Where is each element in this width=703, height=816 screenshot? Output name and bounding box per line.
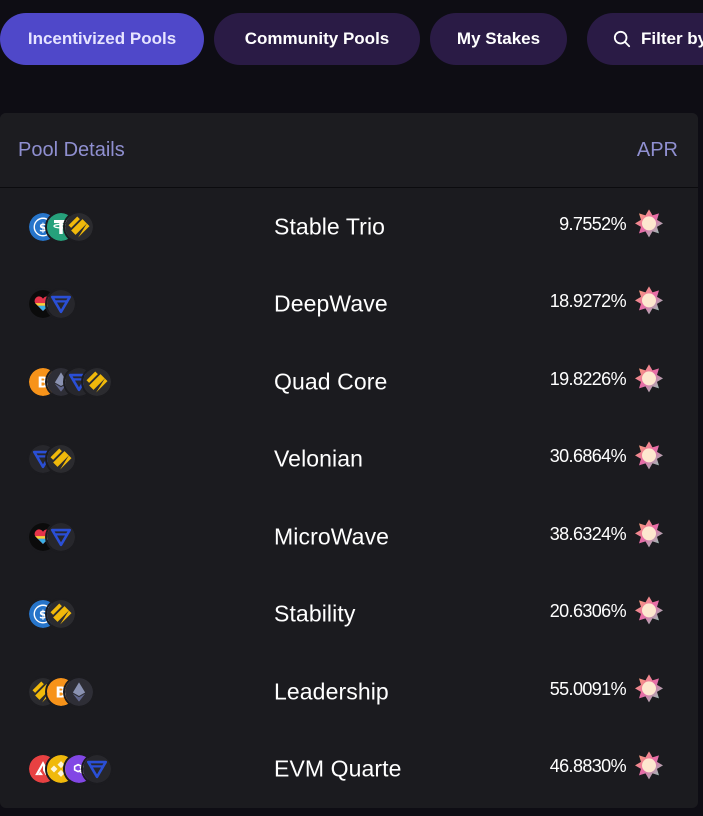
- token-icons: B: [27, 365, 147, 398]
- token-icons: [27, 753, 147, 786]
- bnb-icon: [45, 443, 77, 476]
- token-icons: B: [27, 675, 147, 708]
- ethereum-icon: [63, 675, 95, 708]
- reward-star-icon: [635, 441, 663, 470]
- bnb-icon: [63, 210, 95, 243]
- tab-my-stakes[interactable]: My Stakes: [430, 13, 567, 65]
- pool-name: MicroWave: [274, 523, 390, 550]
- table-row[interactable]: $ Stable Trio 9.7552%: [0, 188, 698, 266]
- table-row[interactable]: EVM Quarte 46.8830%: [0, 731, 698, 809]
- apr-value: 9.7552%: [559, 213, 626, 234]
- table-row[interactable]: DeepWave 18.9272%: [0, 266, 698, 344]
- filter-button[interactable]: Filter by: [587, 13, 703, 65]
- token-icons: [27, 520, 147, 553]
- table-row[interactable]: MicroWave 38.6324%: [0, 498, 698, 576]
- table-header: Pool Details APR: [0, 113, 698, 188]
- pool-rows: $ Stable Trio 9.7552% DeepWave 18.9272%: [0, 188, 698, 808]
- header-pool-details[interactable]: Pool Details: [18, 139, 125, 162]
- blue-v-icon: [81, 753, 113, 786]
- pool-name: Leadership: [274, 678, 389, 705]
- tab-incentivized-pools[interactable]: Incentivized Pools: [0, 13, 204, 65]
- table-row[interactable]: B Leadership 55.0091%: [0, 653, 698, 731]
- token-icons: $: [27, 598, 147, 631]
- apr-value: 20.6306%: [549, 601, 627, 622]
- reward-star-icon: [635, 364, 663, 393]
- pool-name: EVM Quarte: [274, 755, 402, 782]
- pool-tabs: Incentivized Pools Community Pools My St…: [0, 13, 703, 65]
- blue-v-icon: [45, 288, 77, 321]
- pool-name: Stability: [274, 600, 356, 627]
- bnb-icon: [81, 365, 113, 398]
- table-row[interactable]: $ Stability 20.6306%: [0, 576, 698, 654]
- pools-table: Pool Details APR $ Stable Trio 9.7552% D…: [0, 113, 698, 808]
- tab-community-pools[interactable]: Community Pools: [214, 13, 420, 65]
- token-icons: [27, 288, 147, 321]
- token-icons: [27, 443, 147, 476]
- bnb-icon: [45, 598, 77, 631]
- apr-value: 46.8830%: [549, 756, 627, 777]
- apr-value: 38.6324%: [549, 523, 627, 544]
- blue-v-icon: [45, 520, 77, 553]
- apr-value: 55.0091%: [549, 678, 627, 699]
- reward-star-icon: [635, 751, 663, 780]
- apr-value: 30.6864%: [549, 446, 627, 467]
- pool-name: Velonian: [274, 445, 364, 472]
- reward-star-icon: [635, 674, 663, 703]
- reward-star-icon: [635, 519, 663, 548]
- reward-star-icon: [635, 209, 663, 238]
- filter-label: Filter by: [641, 29, 703, 48]
- apr-value: 18.9272%: [549, 291, 627, 312]
- search-icon: [613, 30, 631, 48]
- header-apr[interactable]: APR: [637, 139, 678, 162]
- pool-name: Stable Trio: [274, 213, 386, 240]
- pool-name: Quad Core: [274, 368, 388, 395]
- table-row[interactable]: B Quad Core 19.8226%: [0, 343, 698, 421]
- token-icons: $: [27, 210, 147, 243]
- table-row[interactable]: Velonian 30.6864%: [0, 421, 698, 499]
- apr-value: 19.8226%: [549, 368, 627, 389]
- reward-star-icon: [635, 286, 663, 315]
- reward-star-icon: [635, 596, 663, 625]
- pool-name: DeepWave: [274, 290, 388, 317]
